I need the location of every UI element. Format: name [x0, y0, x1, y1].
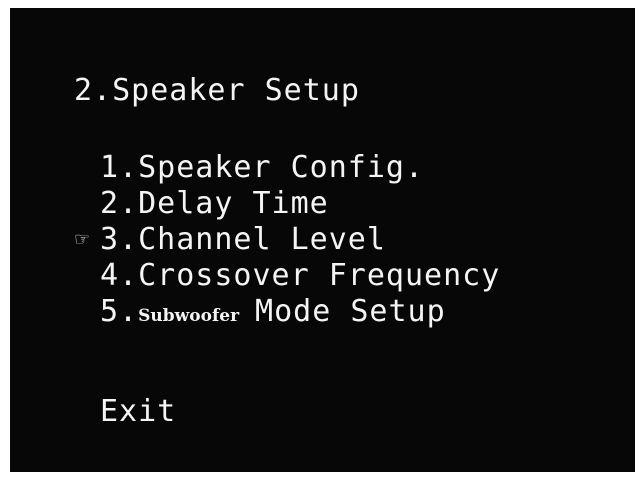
menu-item-speaker-config[interactable]: 1.Speaker Config. — [74, 150, 500, 186]
menu-item-subwoofer-mode-setup[interactable]: 5.Subwoofer Mode Setup — [74, 294, 500, 330]
menu-item-number: 3. — [100, 222, 139, 257]
menu-item-label: Channel Level — [138, 222, 386, 257]
menu-item-number: 1. — [100, 150, 139, 185]
menu-item-delay-time[interactable]: 2.Delay Time — [74, 186, 500, 222]
pointing-hand-icon: ☞ — [74, 229, 92, 250]
menu-item-number: 4. — [100, 258, 139, 293]
menu-item-label: Speaker Config. — [138, 150, 425, 185]
menu-item-label: Mode Setup — [255, 294, 446, 329]
speaker-setup-menu: 1.Speaker Config. 2.Delay Time ☞ 3.Chann… — [74, 150, 500, 330]
menu-item-channel-level[interactable]: ☞ 3.Channel Level — [74, 222, 500, 258]
menu-item-label-small: Subwoofer — [138, 306, 240, 326]
menu-title: 2.Speaker Setup — [74, 73, 360, 108]
menu-item-crossover-frequency[interactable]: 4.Crossover Frequency — [74, 258, 500, 294]
exit-button[interactable]: Exit — [100, 394, 176, 430]
menu-item-label: Crossover Frequency — [138, 258, 501, 293]
osd-screen: 2.Speaker Setup 1.Speaker Config. 2.Dela… — [10, 8, 635, 472]
menu-item-number: 2. — [100, 186, 139, 221]
menu-item-label: Delay Time — [138, 186, 329, 221]
menu-item-number: 5. — [100, 294, 139, 329]
